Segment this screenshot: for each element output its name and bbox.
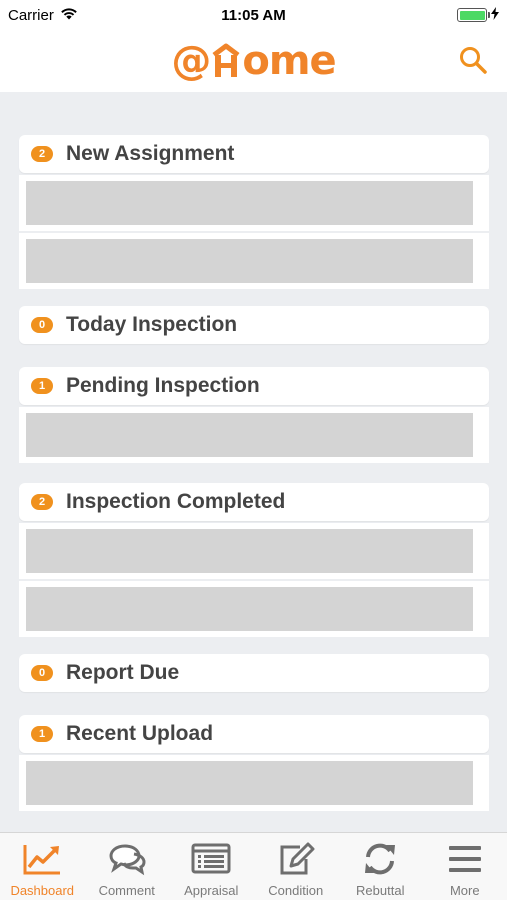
loading-placeholder — [26, 761, 473, 805]
loading-placeholder — [26, 413, 473, 457]
section-today-inspection: 0 Today Inspection — [19, 306, 489, 344]
section-header[interactable]: 2 Inspection Completed — [19, 483, 489, 521]
count-badge: 2 — [31, 146, 53, 162]
tab-label: Dashboard — [10, 883, 75, 898]
section-report-due: 0 Report Due — [19, 654, 489, 692]
tab-dashboard[interactable]: Dashboard — [0, 833, 85, 900]
status-bar: Carrier 11:05 AM — [0, 0, 507, 30]
logo-at: @ — [171, 38, 211, 84]
search-icon — [460, 47, 487, 74]
tab-label: Rebuttal — [356, 883, 405, 898]
tab-label: Comment — [98, 883, 155, 898]
section-header[interactable]: 0 Today Inspection — [19, 306, 489, 344]
app-header: @ ome — [0, 30, 507, 92]
section-title: Recent Upload — [66, 722, 214, 745]
loading-placeholder — [26, 239, 473, 283]
charging-icon — [491, 6, 499, 24]
wifi-icon — [60, 7, 78, 24]
section-header[interactable]: 1 Pending Inspection — [19, 367, 489, 405]
search-button[interactable] — [457, 44, 489, 76]
list-item[interactable] — [19, 581, 489, 637]
logo-house-icon — [210, 43, 242, 79]
section-header[interactable]: 1 Recent Upload — [19, 715, 489, 753]
section-title: Pending Inspection — [66, 374, 260, 397]
section-title: Today Inspection — [66, 313, 238, 336]
section-title: Report Due — [66, 661, 180, 684]
app-logo: @ ome — [171, 38, 336, 84]
count-badge: 0 — [31, 665, 53, 681]
refresh-icon — [360, 841, 400, 877]
count-badge: 1 — [31, 726, 53, 742]
tab-appraisal[interactable]: Appraisal — [169, 833, 254, 900]
list-item[interactable] — [19, 755, 489, 811]
count-badge: 2 — [31, 494, 53, 510]
count-badge: 1 — [31, 378, 53, 394]
section-new-assignment: 2 New Assignment — [19, 135, 489, 289]
battery-icon — [457, 8, 490, 22]
tab-condition[interactable]: Condition — [254, 833, 339, 900]
tab-rebuttal[interactable]: Rebuttal — [338, 833, 423, 900]
tab-label: Condition — [268, 883, 324, 898]
list-item[interactable] — [19, 523, 489, 579]
list-item[interactable] — [19, 233, 489, 289]
section-title: New Assignment — [66, 142, 235, 165]
tab-bar: Dashboard Comment Appraisal Condition Re… — [0, 832, 507, 900]
dashboard-content: 2 New Assignment 0 Today Inspection 1 Pe… — [0, 92, 507, 832]
carrier-label: Carrier — [8, 6, 54, 24]
list-icon — [191, 841, 231, 877]
section-pending-inspection: 1 Pending Inspection — [19, 367, 489, 463]
loading-placeholder — [26, 587, 473, 631]
tab-label: Appraisal — [184, 883, 239, 898]
tab-label: More — [449, 883, 480, 898]
chat-bubbles-icon — [107, 841, 147, 877]
loading-placeholder — [26, 181, 473, 225]
section-title: Inspection Completed — [66, 490, 286, 513]
edit-icon — [276, 841, 316, 877]
tab-comment[interactable]: Comment — [85, 833, 170, 900]
chart-icon — [22, 841, 62, 877]
section-header[interactable]: 2 New Assignment — [19, 135, 489, 173]
section-recent-upload: 1 Recent Upload — [19, 715, 489, 811]
list-item[interactable] — [19, 407, 489, 463]
tab-more[interactable]: More — [423, 833, 507, 900]
count-badge: 0 — [31, 317, 53, 333]
loading-placeholder — [26, 529, 473, 573]
logo-text: ome — [242, 38, 336, 84]
section-inspection-completed: 2 Inspection Completed — [19, 483, 489, 637]
section-header[interactable]: 0 Report Due — [19, 654, 489, 692]
list-item[interactable] — [19, 175, 489, 231]
menu-icon — [445, 841, 485, 877]
